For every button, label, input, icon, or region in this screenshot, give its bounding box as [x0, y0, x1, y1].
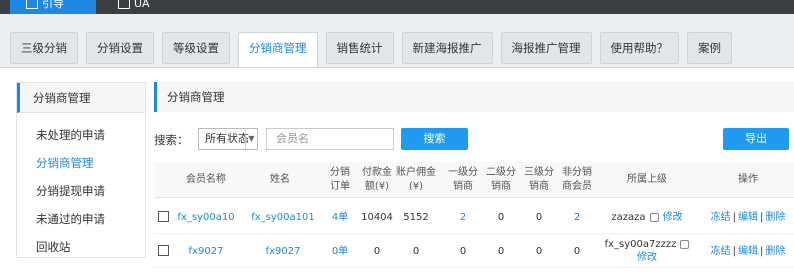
level1-value: 0	[459, 245, 467, 257]
superior-edit-link[interactable]: 修改	[637, 251, 657, 264]
export-button[interactable]: 导出	[723, 128, 789, 150]
edit-link[interactable]: 编辑	[738, 211, 758, 224]
table-header: 会员名称 姓名 分销订单 付款金额(¥) 账户佣金(¥) 一级分销商 二级分销商…	[154, 162, 794, 198]
col-level1: 一级分销商	[448, 167, 478, 192]
top-nav-ua[interactable]: UA	[118, 0, 150, 14]
tab-three-level[interactable]: 三级分销	[10, 32, 78, 64]
chevron-down-icon: ▼	[245, 129, 257, 149]
member-name-input[interactable]: 会员名	[266, 128, 394, 150]
delete-link[interactable]: 删除	[765, 211, 785, 224]
sidebar-item-pending[interactable]: 未处理的申请	[17, 121, 145, 149]
sidebar-item-distributors[interactable]: 分销商管理	[17, 149, 145, 177]
tab-poster-management[interactable]: 海报推广管理	[500, 32, 592, 64]
superior-cell: fx_sy00a7zzzz 修改	[602, 234, 692, 268]
search-bar: 搜索： 所有状态 ▼ 会员名 搜索 导出	[154, 128, 794, 152]
row-actions: 冻结 | 编辑 | 删除	[710, 245, 786, 258]
row-actions: 冻结 | 编辑 | 删除	[710, 211, 786, 224]
tab-distributor-management[interactable]: 分销商管理	[238, 32, 318, 68]
sidebar-item-recycle-bin[interactable]: 回收站	[17, 233, 145, 261]
tab-settings[interactable]: 分销设置	[86, 32, 154, 64]
col-orders: 分销订单	[330, 167, 350, 192]
col-level3: 三级分销商	[524, 167, 554, 192]
member-link[interactable]: fx9027	[172, 234, 240, 268]
level2-value: 0	[497, 245, 505, 257]
non-distributor-value: 0	[573, 245, 581, 257]
orders-link[interactable]: 4单	[326, 200, 354, 234]
superior-edit-link[interactable]: 修改	[663, 211, 683, 224]
level3-value: 0	[535, 245, 543, 257]
paid-value: 0	[373, 245, 381, 257]
sidebar-item-rejected[interactable]: 未通过的申请	[17, 205, 145, 233]
main-tabs: 三级分销 分销设置 等级设置 分销商管理 销售统计 新建海报推广 海报推广管理 …	[10, 32, 732, 68]
row-checkbox[interactable]	[158, 245, 169, 256]
top-nav-bar: 引导 UA	[0, 0, 794, 14]
freeze-link[interactable]: 冻结	[711, 245, 731, 258]
commission-value: 5152	[403, 211, 429, 223]
table-row: fx_sy00a10 fx_sy00a101 4单 10404 5152 2 0…	[154, 200, 794, 234]
superior-cell: zazaza 修改	[602, 200, 692, 234]
non-distributor-link[interactable]: 2	[560, 200, 594, 234]
col-level2: 二级分销商	[486, 167, 516, 192]
table-row: fx9027 fx9027 0单 0 0 0 0 0 0 fx_sy00a7zz…	[154, 234, 794, 268]
level2-value: 0	[497, 211, 505, 223]
main-panel: 分销商管理 搜索： 所有状态 ▼ 会员名 搜索 导出 会员名称 姓名 分销订单 …	[154, 82, 794, 268]
level1-link[interactable]: 2	[446, 200, 480, 234]
col-superior: 所属上级	[627, 174, 667, 185]
level3-value: 0	[535, 211, 543, 223]
commission-value: 0	[412, 245, 420, 257]
name-link[interactable]: fx9027	[246, 234, 320, 268]
member-link[interactable]: fx_sy00a10	[172, 200, 240, 234]
col-actions: 操作	[738, 174, 758, 185]
col-non-distributor: 非分销商会员	[562, 167, 592, 192]
tab-sales-stats[interactable]: 销售统计	[325, 32, 394, 64]
tab-new-poster[interactable]: 新建海报推广	[401, 32, 493, 64]
monitor-icon	[118, 0, 130, 9]
top-nav-guide-label: 引导	[26, 0, 64, 14]
superior-name: zazaza	[611, 211, 646, 223]
delete-link[interactable]: 删除	[765, 245, 785, 258]
row-checkbox[interactable]	[158, 211, 169, 222]
tab-level-settings[interactable]: 等级设置	[162, 32, 230, 64]
edit-link[interactable]: 编辑	[738, 245, 758, 258]
sidebar: 分销商管理 未处理的申请 分销商管理 分销提现申请 未通过的申请 回收站	[16, 82, 146, 258]
tab-cases[interactable]: 案例	[687, 32, 732, 64]
status-select-value: 所有状态	[205, 132, 249, 145]
superior-name: fx_sy00a7zzzz	[604, 239, 677, 250]
sidebar-item-withdrawals[interactable]: 分销提现申请	[17, 177, 145, 205]
home-icon	[26, 0, 38, 9]
col-name: 姓名	[270, 174, 290, 185]
col-member: 会员名称	[186, 174, 226, 185]
search-label: 搜索：	[154, 133, 189, 147]
tab-help[interactable]: 使用帮助？	[599, 32, 679, 64]
sidebar-title: 分销商管理	[17, 83, 145, 113]
search-button[interactable]: 搜索	[401, 128, 468, 150]
page-title: 分销商管理	[154, 82, 794, 112]
paid-value: 10404	[361, 211, 393, 223]
qrcode-icon[interactable]	[680, 240, 690, 249]
name-link[interactable]: fx_sy00a101	[246, 200, 320, 234]
orders-link[interactable]: 0单	[326, 234, 354, 268]
col-commission: 账户佣金(¥)	[396, 167, 436, 192]
col-paid: 付款金额(¥)	[362, 167, 392, 192]
qrcode-icon[interactable]	[649, 212, 659, 222]
status-select[interactable]: 所有状态 ▼	[198, 128, 258, 150]
freeze-link[interactable]: 冻结	[711, 211, 731, 224]
